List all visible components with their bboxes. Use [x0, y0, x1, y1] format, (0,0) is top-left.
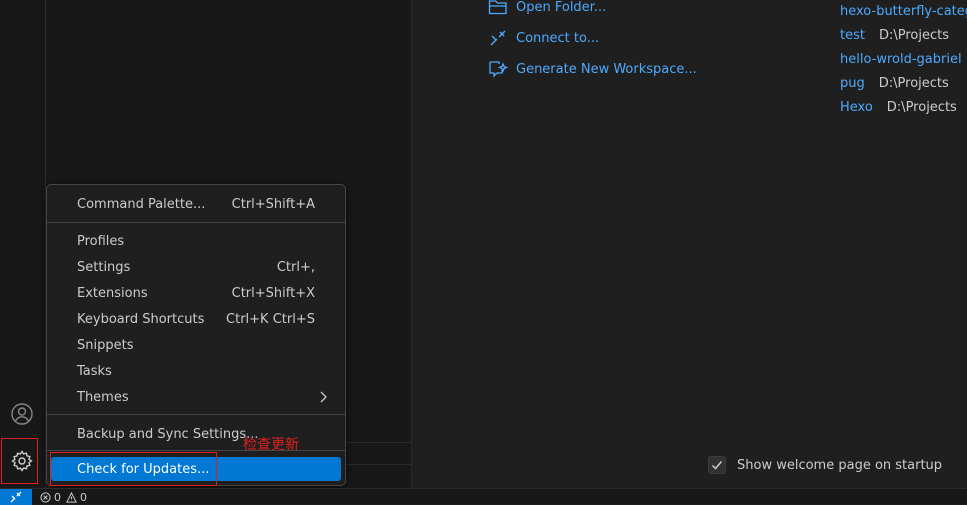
- warning-icon: [66, 491, 77, 503]
- remote-indicator-button[interactable]: [0, 489, 32, 505]
- menu-item-label: Snippets: [77, 337, 134, 353]
- menu-item-snippets[interactable]: Snippets: [51, 333, 341, 357]
- connect-to-link[interactable]: Connect to...: [488, 28, 599, 48]
- remote-icon: [10, 491, 22, 503]
- checkmark-icon: [711, 461, 723, 470]
- status-bar: 0 0: [0, 488, 967, 505]
- menu-separator: [47, 450, 345, 451]
- recent-item[interactable]: hexo-butterfly-catego: [840, 4, 967, 19]
- menu-separator: [47, 222, 345, 223]
- chevron-right-icon: [319, 391, 327, 403]
- menu-item-shortcut: Ctrl+Shift+A: [231, 196, 315, 212]
- open-folder-link[interactable]: Open Folder...: [488, 0, 606, 17]
- recent-item-path: D:\Projects: [878, 76, 949, 91]
- recent-item[interactable]: test D:\Projects: [840, 28, 949, 43]
- recent-item[interactable]: Hexo D:\Projects: [840, 100, 957, 115]
- menu-separator: [47, 414, 345, 415]
- menu-item-label: Extensions: [77, 285, 148, 301]
- warning-count: 0: [80, 490, 87, 504]
- recent-item-name[interactable]: Hexo: [840, 100, 873, 115]
- activity-bar: [0, 0, 46, 488]
- show-welcome-label: Show welcome page on startup: [737, 457, 943, 473]
- recent-item-path: D:\Projects: [886, 100, 957, 115]
- menu-item-themes[interactable]: Themes: [51, 385, 341, 409]
- menu-item-extensions[interactable]: Extensions Ctrl+Shift+X: [51, 281, 341, 305]
- error-count: 0: [54, 490, 61, 504]
- menu-item-keyboard-shortcuts[interactable]: Keyboard Shortcuts Ctrl+K Ctrl+S: [51, 307, 341, 331]
- recent-item-name[interactable]: test: [840, 28, 865, 43]
- generate-workspace-link[interactable]: Generate New Workspace...: [488, 59, 697, 79]
- annotation-label: 检查更新: [243, 437, 299, 453]
- menu-item-profiles[interactable]: Profiles: [51, 229, 341, 253]
- menu-item-command-palette[interactable]: Command Palette... Ctrl+Shift+A: [51, 192, 341, 216]
- gear-highlight-box: [1, 438, 38, 484]
- sparkle-workspace-icon: [488, 59, 508, 79]
- menu-item-shortcut: Ctrl+K Ctrl+S: [226, 311, 315, 327]
- show-welcome-option: Show welcome page on startup: [708, 456, 942, 474]
- open-folder-icon: [488, 0, 508, 17]
- recent-item[interactable]: hello-wrold-gabriel: [840, 52, 962, 67]
- error-icon: [40, 491, 51, 503]
- recent-item-name[interactable]: hexo-butterfly-catego: [840, 4, 967, 19]
- menu-item-shortcut: Ctrl+Shift+X: [231, 285, 315, 301]
- generate-workspace-label: Generate New Workspace...: [516, 61, 697, 77]
- check-updates-highlight-box: [50, 452, 217, 486]
- problems-indicator[interactable]: 0 0: [40, 489, 87, 505]
- menu-item-label: Command Palette...: [77, 196, 206, 212]
- recent-item-name[interactable]: hello-wrold-gabriel: [840, 52, 962, 67]
- menu-item-label: Tasks: [77, 363, 112, 379]
- connect-to-label: Connect to...: [516, 30, 600, 46]
- menu-item-label: Keyboard Shortcuts: [77, 311, 205, 327]
- menu-item-settings[interactable]: Settings Ctrl+,: [51, 255, 341, 279]
- menu-item-shortcut: Ctrl+,: [276, 259, 315, 275]
- menu-item-label: Profiles: [77, 233, 125, 249]
- recent-item[interactable]: pug D:\Projects: [840, 76, 949, 91]
- menu-item-label: Backup and Sync Settings...: [77, 426, 259, 442]
- menu-item-label: Settings: [77, 259, 131, 275]
- menu-item-label: Themes: [77, 389, 129, 405]
- recent-item-path: D:\Projects: [878, 28, 949, 43]
- remote-connect-icon: [488, 28, 508, 48]
- menu-item-tasks[interactable]: Tasks: [51, 359, 341, 383]
- open-folder-label: Open Folder...: [516, 0, 607, 15]
- accounts-icon[interactable]: [8, 400, 36, 428]
- show-welcome-checkbox[interactable]: [708, 456, 726, 474]
- recent-item-name[interactable]: pug: [840, 76, 865, 91]
- manage-context-menu: Command Palette... Ctrl+Shift+A Profiles…: [46, 184, 346, 486]
